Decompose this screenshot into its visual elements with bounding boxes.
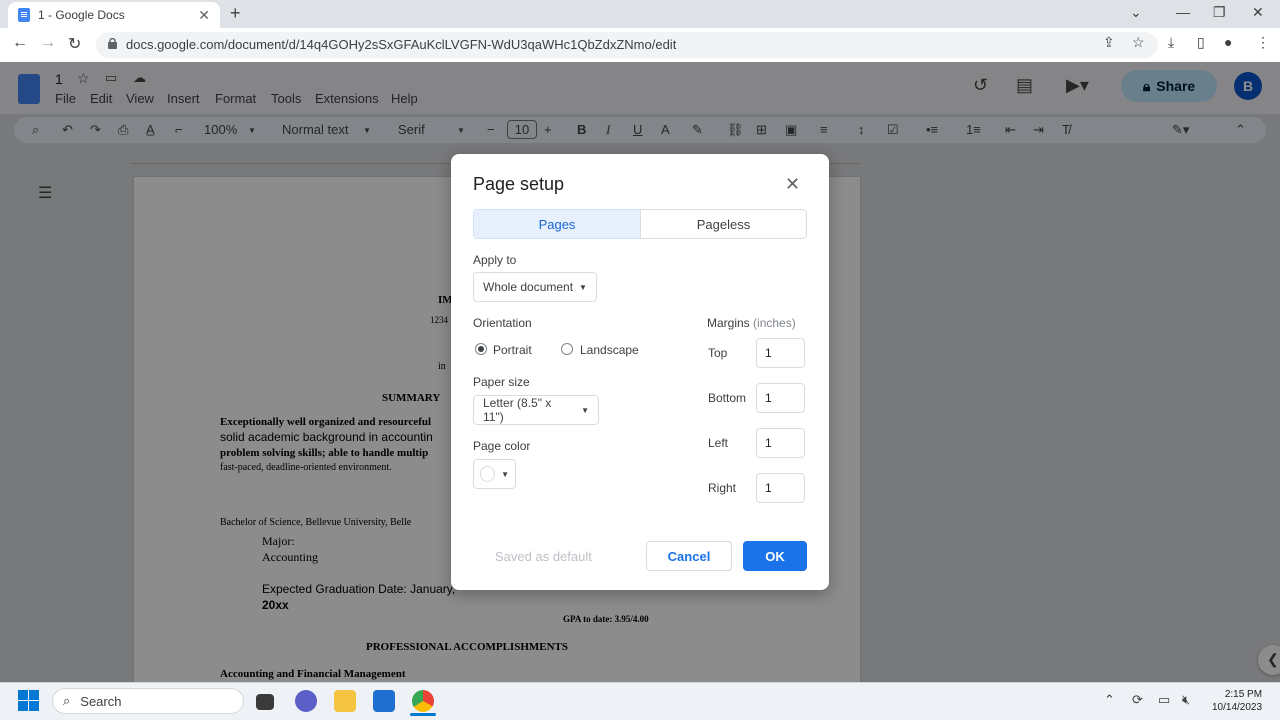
dialog-title: Page setup [473, 174, 565, 194]
tab-pageless[interactable]: Pageless [640, 209, 807, 239]
minimize-button[interactable]: — [1176, 4, 1190, 20]
margins-unit: (inches) [753, 316, 796, 330]
margin-right-input[interactable]: 1 [756, 473, 805, 503]
margin-bottom-input[interactable]: 1 [756, 383, 805, 413]
active-app-indicator [410, 713, 436, 716]
margin-left-input[interactable]: 1 [756, 428, 805, 458]
time: 2:15 PM [1224, 689, 1263, 700]
chevron-down-icon: ▼ [581, 405, 589, 415]
close-icon[interactable]: ✕ [785, 174, 800, 195]
ok-button[interactable]: OK [743, 541, 807, 571]
landscape-radio[interactable] [561, 343, 573, 355]
date: 10/14/2023 [1212, 702, 1263, 713]
google-docs-icon [18, 8, 30, 22]
sync-icon[interactable]: ⟳ [1132, 692, 1143, 708]
margin-right-label: Right [708, 481, 737, 495]
side-panel-icon[interactable]: ▯ [1197, 34, 1205, 51]
clock[interactable]: 2:15 PM 10/14/2023 [1212, 688, 1262, 714]
margins-title: Margins [707, 316, 750, 330]
tray-overflow-icon[interactable]: ⌃ [1104, 692, 1115, 708]
portrait-label: Portrait [493, 343, 532, 357]
chevron-down-icon: ▼ [501, 469, 509, 479]
paper-size-value: Letter (8.5" x 11") [483, 396, 552, 424]
margin-top-input[interactable]: 1 [756, 338, 805, 368]
lock-icon [108, 38, 117, 49]
maximize-button[interactable]: ❐ [1213, 4, 1226, 21]
page-color-label: Page color [473, 439, 531, 453]
landscape-label: Landscape [580, 343, 639, 357]
portrait-radio[interactable] [475, 343, 487, 355]
task-view-icon[interactable] [256, 694, 274, 710]
color-swatch [480, 466, 496, 482]
tab-title: 1 - Google Docs [38, 8, 125, 22]
apply-to-select[interactable]: Whole document ▼ [473, 272, 597, 302]
paper-size-select[interactable]: Letter (8.5" x 11") ▼ [473, 395, 599, 425]
file-explorer-icon[interactable] [334, 690, 356, 712]
search-icon: ⌕ [63, 693, 71, 708]
search-label: Search [80, 693, 122, 709]
close-tab-icon[interactable]: ✕ [198, 7, 210, 24]
chrome-icon[interactable] [412, 690, 434, 712]
forward-icon[interactable]: → [40, 34, 56, 52]
new-tab-button[interactable]: + [230, 3, 241, 24]
volume-muted-icon[interactable]: 🔇︎ [1182, 692, 1190, 708]
profile-icon[interactable]: ● [1224, 34, 1232, 50]
bookmark-star-icon[interactable]: ☆ [1132, 34, 1145, 51]
chevron-down-icon: ▼ [579, 282, 587, 292]
paper-size-label: Paper size [473, 375, 530, 389]
share-page-icon[interactable]: ⇪ [1103, 34, 1115, 51]
orientation-label: Orientation [473, 316, 532, 330]
tab-pages[interactable]: Pages [473, 209, 641, 239]
close-window-button[interactable]: ✕ [1252, 4, 1264, 21]
windows-start-icon[interactable] [18, 690, 39, 711]
tab-search-icon[interactable]: ⌄ [1130, 4, 1142, 21]
back-icon[interactable]: ← [12, 34, 28, 52]
taskbar-search[interactable]: ⌕ Search [52, 688, 244, 714]
browser-menu-icon[interactable]: ⋮ [1256, 34, 1270, 51]
margin-bottom-label: Bottom [708, 391, 747, 405]
apply-to-value: Whole document [483, 280, 574, 294]
margin-top-label: Top [708, 346, 728, 360]
download-icon[interactable]: ⤓ [1168, 34, 1174, 51]
network-icon[interactable]: ▭ [1158, 692, 1170, 708]
teams-chat-icon[interactable] [295, 690, 317, 712]
margins-label: Margins (inches) [707, 316, 796, 330]
url-text: docs.google.com/document/d/14q4GOHy2sSxG… [126, 37, 677, 52]
reload-icon[interactable]: ↻ [68, 34, 81, 54]
margin-left-label: Left [708, 436, 729, 450]
saved-as-default-button[interactable]: Saved as default [495, 549, 592, 564]
browser-tab[interactable]: 1 - Google Docs ✕ [8, 2, 220, 28]
page-color-picker[interactable]: ▼ [473, 459, 516, 489]
cancel-button[interactable]: Cancel [646, 541, 732, 571]
apply-to-label: Apply to [473, 253, 517, 267]
microsoft-store-icon[interactable] [373, 690, 395, 712]
